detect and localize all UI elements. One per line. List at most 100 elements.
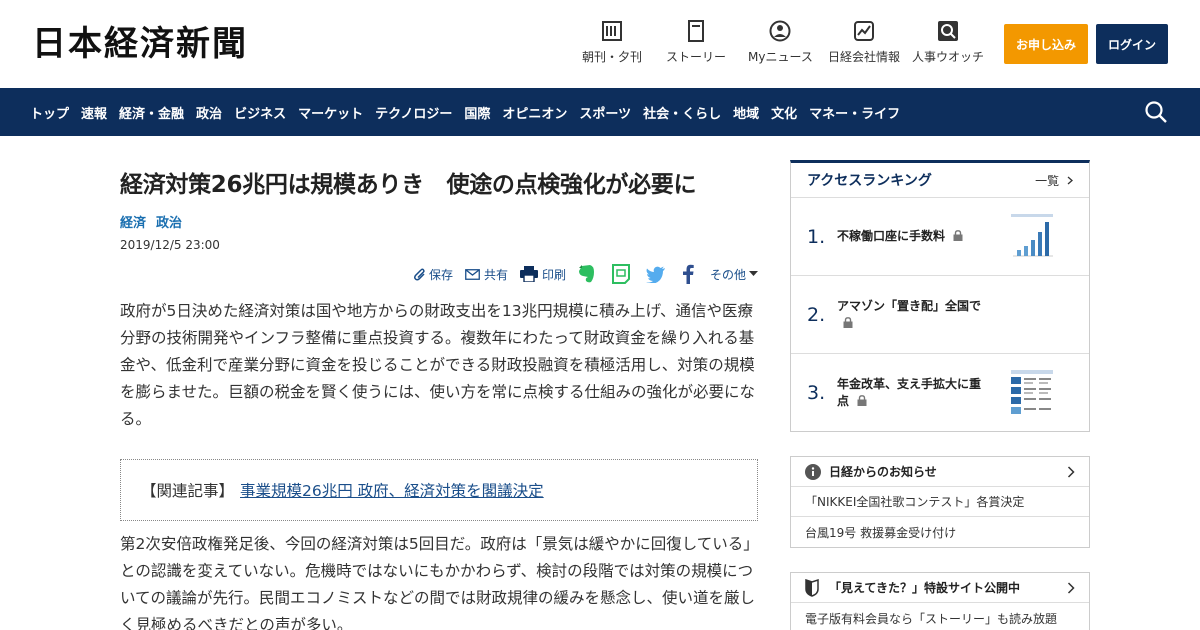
article-paragraph: 政府が5日決めた経済対策は国や地方からの財政支出を13兆円規模に積み上げ、通信や… — [120, 302, 756, 428]
article-tags: 経済 政治 — [120, 210, 758, 232]
nav-item-culture[interactable]: 文化 — [765, 103, 803, 122]
nav-item-sports[interactable]: スポーツ — [573, 103, 637, 122]
util-label: 人事ウオッチ — [912, 50, 985, 64]
article-paragraph: 第2次安倍政権発足後、今回の経済対策は5回目だ。政府は「景気は緩やかに回復してい… — [120, 535, 756, 630]
ranking-item[interactable]: 2. アマゾン「置き配」全国で — [791, 276, 1089, 354]
util-label: 朝刊・夕刊 — [582, 50, 643, 64]
newspaper-icon — [601, 20, 623, 42]
nav-list: トップ 速報 経済・金融 政治 ビジネス マーケット テクノロジー 国際 オピニ… — [24, 88, 906, 136]
access-ranking: アクセスランキング 一覧 1. 不稼働口座に手数料 2. アマゾン「置き配」全国… — [790, 160, 1090, 432]
search-icon[interactable] — [1144, 100, 1168, 124]
ranking-more-link[interactable]: 一覧 — [1035, 172, 1073, 189]
nav-item-opinion[interactable]: オピニオン — [496, 103, 573, 122]
login-button[interactable]: ログイン — [1096, 24, 1168, 64]
facebook-icon — [682, 264, 694, 284]
subscribe-button[interactable]: お申し込み — [1004, 24, 1088, 64]
book-icon — [685, 20, 707, 42]
nav-item-society[interactable]: 社会・くらし — [637, 103, 727, 122]
save-label: 保存 — [428, 267, 453, 282]
nav-item-region[interactable]: 地域 — [727, 103, 765, 122]
main-nav: トップ 速報 経済・金融 政治 ビジネス マーケット テクノロジー 国際 オピニ… — [0, 88, 1200, 136]
lock-icon — [953, 230, 963, 241]
article-date: 2019/12/5 23:00 — [120, 238, 220, 252]
rank-number: 2. — [807, 303, 826, 326]
chevron-right-icon — [1067, 582, 1075, 594]
lock-icon — [857, 395, 867, 406]
chevron-right-icon — [1067, 176, 1073, 184]
special-title: 「見えてきた？」特設サイト公開中 — [829, 581, 1021, 595]
thumbnail-bar-chart — [1009, 212, 1055, 262]
printer-icon — [519, 266, 538, 282]
ranking-title: アクセスランキング — [807, 173, 932, 189]
special-item[interactable]: 電子版有料会員なら「ストーリー」も読み放題 — [791, 603, 1089, 630]
notice-item[interactable]: 「NIKKEI全国社歌コンテスト」各賞決定 — [791, 487, 1089, 517]
nav-item-top[interactable]: トップ — [24, 103, 75, 122]
related-label: 【関連記事】 — [141, 482, 235, 500]
rank-number: 3. — [807, 382, 826, 404]
ranking-header: アクセスランキング 一覧 — [791, 163, 1089, 198]
util-label: ストーリー — [666, 50, 727, 64]
twitter-icon — [645, 266, 665, 283]
special-site-box: 「見えてきた？」特設サイト公開中 電子版有料会員なら「ストーリー」も読み放題 — [790, 572, 1090, 630]
nav-item-business[interactable]: ビジネス — [228, 103, 292, 122]
nav-item-economy[interactable]: 経済・金融 — [113, 103, 190, 122]
facebook-button[interactable] — [682, 264, 698, 284]
util-label: 日経会社情報 — [828, 50, 901, 64]
nav-item-international[interactable]: 国際 — [458, 103, 496, 122]
rank-number: 1. — [807, 225, 826, 248]
special-header[interactable]: 「見えてきた？」特設サイト公開中 — [791, 573, 1089, 603]
notice-item[interactable]: 台風19号 救援募金受け付け — [791, 517, 1089, 547]
person-icon — [769, 20, 791, 42]
chart-icon — [853, 20, 875, 42]
print-label: 印刷 — [541, 267, 566, 282]
nav-item-politics[interactable]: 政治 — [190, 103, 228, 122]
nav-item-breaking[interactable]: 速報 — [75, 103, 113, 122]
tag-politics[interactable]: 政治 — [156, 212, 182, 231]
notice-title: 日経からのお知らせ — [829, 465, 937, 479]
magnifier-icon — [937, 20, 959, 42]
shield-icon — [805, 578, 819, 597]
nikkei-notice-box: 日経からのお知らせ 「NIKKEI全国社歌コンテスト」各賞決定 台風19号 救援… — [790, 456, 1090, 548]
nav-item-money[interactable]: マネー・ライフ — [803, 103, 906, 122]
ranking-item[interactable]: 1. 不稼働口座に手数料 — [791, 198, 1089, 276]
article-toolbar: 保存 共有 印刷 その他 — [120, 262, 758, 286]
save-button[interactable]: 保存 — [412, 266, 453, 283]
lock-icon — [843, 316, 853, 328]
clip-note-button[interactable] — [611, 264, 634, 284]
rank-headline: 不稼働口座に手数料 — [837, 228, 987, 245]
rank-headline: アマゾン「置き配」全国で — [837, 298, 987, 332]
thumbnail-table — [1009, 368, 1055, 418]
util-mynews[interactable]: Myニュース — [748, 20, 813, 70]
util-label: Myニュース — [748, 50, 813, 64]
nav-item-market[interactable]: マーケット — [292, 103, 369, 122]
chevron-right-icon — [1067, 466, 1075, 478]
rank-headline: 年金改革、支え手拡大に重点 — [837, 377, 982, 408]
evernote-button[interactable] — [578, 264, 600, 284]
article-title: 経済対策26兆円は規模ありき 使途の点検強化が必要に — [120, 172, 697, 198]
ranking-item[interactable]: 3. 年金改革、支え手拡大に重点 — [791, 354, 1089, 432]
related-link[interactable]: 事業規模26兆円 政府、経済対策を閣議決定 — [240, 479, 544, 501]
info-icon — [805, 463, 821, 480]
clip-icon — [413, 268, 425, 281]
evernote-icon — [578, 265, 594, 283]
util-jinji[interactable]: 人事ウオッチ — [912, 20, 984, 70]
notice-header[interactable]: 日経からのお知らせ — [791, 457, 1089, 487]
util-company[interactable]: 日経会社情報 — [828, 20, 900, 70]
other-menu[interactable]: その他 — [710, 266, 758, 283]
print-button[interactable]: 印刷 — [519, 266, 566, 283]
tag-economy[interactable]: 経済 — [120, 212, 146, 231]
share-label: 共有 — [483, 267, 508, 282]
article: 経済対策26兆円は規模ありき 使途の点検強化が必要に 経済 政治 2019/12… — [120, 160, 758, 630]
twitter-button[interactable] — [645, 266, 670, 283]
nav-item-technology[interactable]: テクノロジー — [369, 103, 458, 122]
other-label: その他 — [709, 267, 746, 282]
util-story[interactable]: ストーリー — [666, 20, 726, 70]
related-article-box: 【関連記事】 事業規模26兆円 政府、経済対策を閣議決定 — [120, 459, 758, 521]
share-button[interactable]: 共有 — [465, 266, 508, 283]
note-icon — [611, 264, 630, 284]
site-logo[interactable]: 日本経済新聞 — [32, 24, 248, 64]
util-paper[interactable]: 朝刊・夕刊 — [582, 20, 642, 70]
site-header: 日本経済新聞 朝刊・夕刊 ストーリー Myニュース 日経会社情報 人事ウオッチ … — [0, 0, 1200, 88]
ranking-more-label: 一覧 — [1035, 173, 1060, 188]
caret-down-icon — [749, 271, 758, 276]
